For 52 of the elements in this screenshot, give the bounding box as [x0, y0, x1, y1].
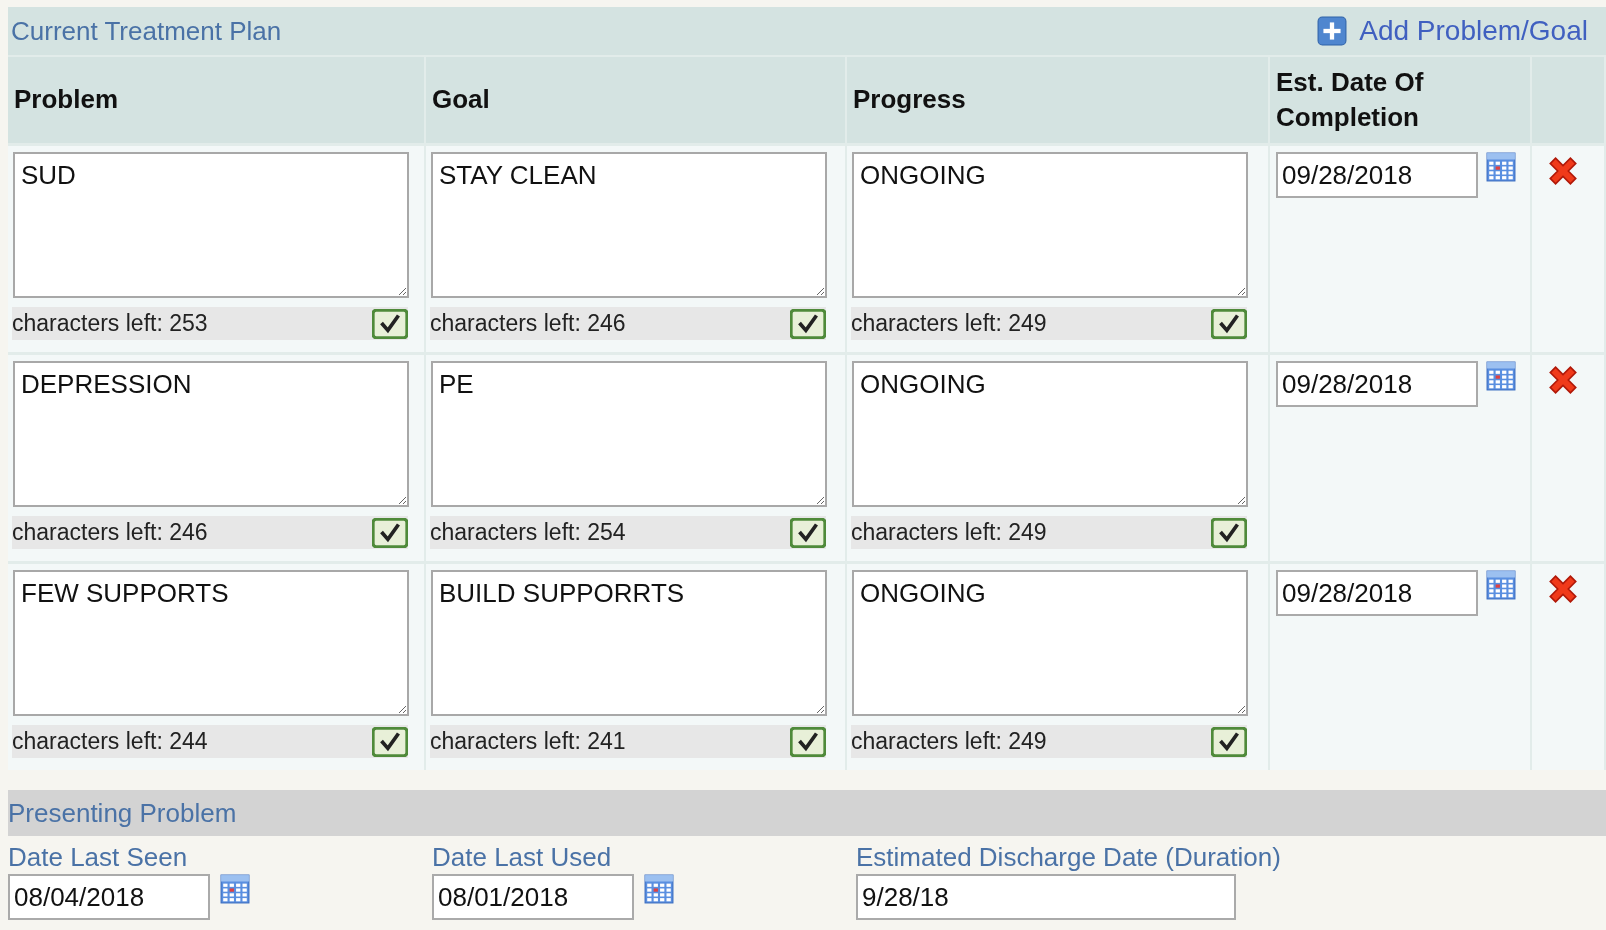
- add-problem-link[interactable]: Add Problem/Goal: [1317, 15, 1588, 47]
- characters-left-text: characters left: 246: [12, 519, 208, 546]
- date-field[interactable]: 09/28/2018: [1276, 152, 1478, 198]
- delete-icon[interactable]: [1546, 154, 1580, 188]
- column-header: Est. Date Of Completion: [1270, 55, 1532, 143]
- characters-left-text: characters left: 249: [851, 519, 1047, 546]
- delete-icon[interactable]: [1546, 363, 1580, 397]
- text-area[interactable]: BUILD SUPPORRTS: [431, 570, 827, 716]
- calendar-icon[interactable]: [1486, 152, 1516, 182]
- check-icon[interactable]: [1211, 517, 1247, 548]
- text-area[interactable]: ONGOING: [852, 570, 1248, 716]
- characters-left-text: characters left: 246: [430, 310, 626, 337]
- column-header: Progress: [847, 55, 1270, 143]
- check-icon[interactable]: [790, 517, 826, 548]
- text-area[interactable]: PE: [431, 361, 827, 507]
- add-icon: [1317, 16, 1348, 46]
- calendar-icon[interactable]: [644, 874, 674, 904]
- section-title: Current Treatment Plan: [11, 15, 282, 47]
- column-header: Goal: [426, 55, 847, 143]
- characters-left-text: characters left: 249: [851, 310, 1047, 337]
- calendar-icon[interactable]: [1486, 570, 1516, 600]
- date-field[interactable]: 08/04/2018: [8, 874, 210, 920]
- check-icon[interactable]: [1211, 726, 1247, 757]
- field-label: Date Last Used: [432, 841, 613, 874]
- section-title: Presenting Problem: [8, 797, 237, 829]
- text-area[interactable]: FEW SUPPORTS: [13, 570, 409, 716]
- characters-left-text: characters left: 241: [430, 728, 626, 755]
- date-field[interactable]: 09/28/2018: [1276, 361, 1478, 407]
- column-header: Problem: [8, 55, 426, 143]
- check-icon[interactable]: [372, 308, 408, 339]
- text-area[interactable]: ONGOING: [852, 152, 1248, 298]
- delete-icon[interactable]: [1546, 572, 1580, 606]
- characters-left-text: characters left: 249: [851, 728, 1047, 755]
- calendar-icon[interactable]: [220, 874, 250, 904]
- characters-left-text: characters left: 244: [12, 728, 208, 755]
- date-field[interactable]: 09/28/2018: [1276, 570, 1478, 616]
- check-icon[interactable]: [790, 726, 826, 757]
- text-area[interactable]: STAY CLEAN: [431, 152, 827, 298]
- field-label: Date Last Seen: [8, 841, 189, 874]
- check-icon[interactable]: [1211, 308, 1247, 339]
- calendar-icon[interactable]: [1486, 361, 1516, 391]
- text-area[interactable]: SUD: [13, 152, 409, 298]
- characters-left-text: characters left: 254: [430, 519, 626, 546]
- field-label: Estimated Discharge Date (Duration): [856, 841, 1281, 874]
- check-icon[interactable]: [372, 726, 408, 757]
- check-icon[interactable]: [790, 308, 826, 339]
- characters-left-text: characters left: 253: [12, 310, 208, 337]
- date-field[interactable]: 08/01/2018: [432, 874, 634, 920]
- check-icon[interactable]: [372, 517, 408, 548]
- text-field[interactable]: 9/28/18: [856, 874, 1236, 920]
- text-area[interactable]: DEPRESSION: [13, 361, 409, 507]
- text-area[interactable]: ONGOING: [852, 361, 1248, 507]
